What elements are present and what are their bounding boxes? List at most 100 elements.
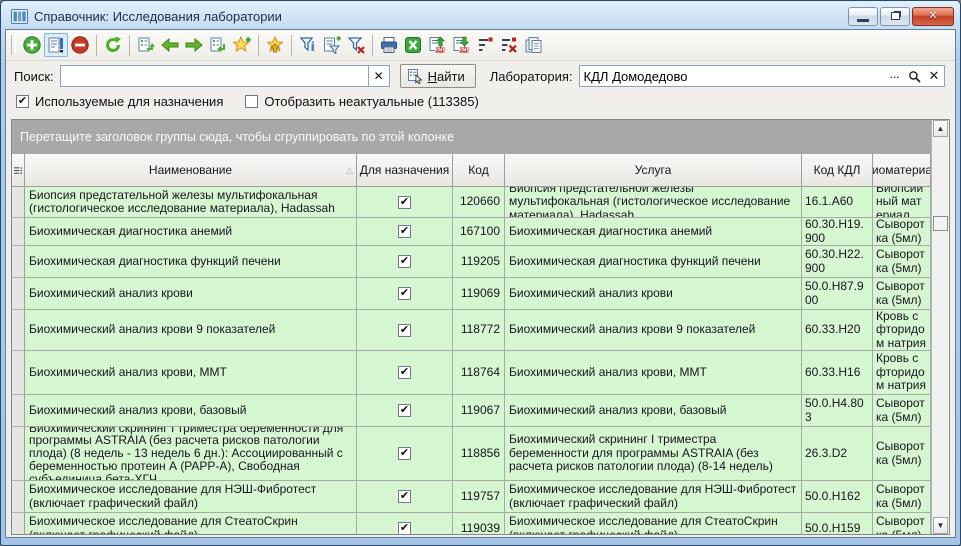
laboratory-clear-button[interactable]: ✕ xyxy=(924,66,944,86)
row-checkbox[interactable]: ✔ xyxy=(398,447,411,460)
cell-service[interactable]: Биохимический анализ крови xyxy=(505,278,802,310)
row-checkbox[interactable]: ✔ xyxy=(398,366,411,379)
row-checkbox[interactable]: ✔ xyxy=(398,225,411,238)
table-row[interactable]: Биохимическое исследование для СтеатоСкр… xyxy=(12,513,931,534)
cell-code[interactable]: 167100 xyxy=(453,218,505,246)
cell-biomaterial[interactable]: Сыворотка (5мл) xyxy=(873,395,931,427)
vertical-scrollbar[interactable]: ▲ ▼ xyxy=(931,120,949,534)
cell-biomaterial[interactable]: Сыворотка (5мл) xyxy=(873,246,931,278)
used-for-assignment-option[interactable]: ✔ Используемые для назначения xyxy=(16,94,223,109)
column-header-kdl-code[interactable]: Код КДЛ xyxy=(802,154,873,187)
cell-biomaterial[interactable]: Кровь с фторидом натрия xyxy=(873,351,931,395)
cell-code[interactable]: 118856 xyxy=(453,427,505,481)
export-xml-button[interactable]: XML xyxy=(425,33,449,57)
card-jump-back-button[interactable] xyxy=(134,33,158,57)
sort-clear-button[interactable] xyxy=(497,33,521,57)
cell-biomaterial[interactable]: Сыворотка (5мл) xyxy=(873,218,931,246)
cell-name[interactable]: Биохимическое исследование для НЭШ-Фибро… xyxy=(25,481,357,513)
ellipsis-button[interactable]: ··· xyxy=(884,66,904,86)
cell-service[interactable]: Биохимический анализ крови 9 показателей xyxy=(505,310,802,351)
row-indicator[interactable] xyxy=(12,427,25,481)
used-for-assignment-checkbox[interactable]: ✔ xyxy=(16,95,29,108)
row-indicator[interactable] xyxy=(12,187,25,218)
cell-name[interactable]: Биохимический анализ крови, базовый xyxy=(25,395,357,427)
row-checkbox[interactable]: ✔ xyxy=(398,522,411,534)
table-row[interactable]: Биохимический анализ крови 9 показателей… xyxy=(12,310,931,351)
search-input[interactable] xyxy=(61,69,368,84)
search-clear-button[interactable]: ✕ xyxy=(368,66,389,86)
cell-assigned[interactable]: ✔ xyxy=(357,395,453,427)
refresh-button[interactable] xyxy=(101,33,125,57)
filter-edit-button[interactable] xyxy=(320,33,344,57)
cell-kdl-code[interactable]: 50.0.H4.803 xyxy=(802,395,873,427)
cell-name[interactable]: Биохимический анализ крови, ММТ xyxy=(25,351,357,395)
cell-kdl-code[interactable]: 60.33.H20 xyxy=(802,310,873,351)
cell-service[interactable]: Биохимический скрининг I триместра берем… xyxy=(505,427,802,481)
close-button[interactable]: ✕ xyxy=(912,7,954,26)
cell-biomaterial[interactable]: Кровь с фторидом натрия xyxy=(873,310,931,351)
cell-service[interactable]: Биохимический анализ крови, базовый xyxy=(505,395,802,427)
cell-name[interactable]: Биохимический анализ крови xyxy=(25,278,357,310)
table-row[interactable]: Биопсия предстательной железы мультифока… xyxy=(12,187,931,218)
cell-code[interactable]: 119067 xyxy=(453,395,505,427)
row-checkbox[interactable]: ✔ xyxy=(398,404,411,417)
table-row[interactable]: Биохимический анализ крови ✔ 119069 Биох… xyxy=(12,278,931,310)
laboratory-input[interactable] xyxy=(580,69,884,84)
favorite-add-button[interactable] xyxy=(230,33,254,57)
cell-kdl-code[interactable]: 16.1.A60 xyxy=(802,187,873,218)
print-button[interactable] xyxy=(377,33,401,57)
row-checkbox[interactable]: ✔ xyxy=(398,324,411,337)
next-button[interactable] xyxy=(182,33,206,57)
cell-assigned[interactable]: ✔ xyxy=(357,218,453,246)
cell-assigned[interactable]: ✔ xyxy=(357,513,453,534)
column-header-assigned[interactable]: Для назначения xyxy=(357,154,453,187)
cell-code[interactable]: 119757 xyxy=(453,481,505,513)
export-excel-button[interactable] xyxy=(401,33,425,57)
cell-kdl-code[interactable]: 60.33.H16 xyxy=(802,351,873,395)
cell-code[interactable]: 119039 xyxy=(453,513,505,534)
row-indicator[interactable] xyxy=(12,513,25,534)
scroll-up-button[interactable]: ▲ xyxy=(933,120,948,137)
row-indicator[interactable] xyxy=(12,481,25,513)
cell-assigned[interactable]: ✔ xyxy=(357,351,453,395)
cell-assigned[interactable]: ✔ xyxy=(357,187,453,218)
cell-code[interactable]: 119069 xyxy=(453,278,505,310)
cell-kdl-code[interactable]: 50.0.H87.900 xyxy=(802,278,873,310)
cell-biomaterial[interactable]: Сыворотка (5мл) xyxy=(873,278,931,310)
cell-service[interactable]: Биохимический анализ крови, ММТ xyxy=(505,351,802,395)
row-indicator[interactable] xyxy=(12,246,25,278)
cell-code[interactable]: 119205 xyxy=(453,246,505,278)
table-row[interactable]: Биохимическая диагностика функций печени… xyxy=(12,246,931,278)
edit-button[interactable] xyxy=(44,33,68,57)
scrollbar-thumb[interactable] xyxy=(933,216,948,231)
row-indicator[interactable] xyxy=(12,278,25,310)
cell-code[interactable]: 118764 xyxy=(453,351,505,395)
cell-code[interactable]: 118772 xyxy=(453,310,505,351)
cell-name[interactable]: Биохимический скрининг I триместра берем… xyxy=(25,427,357,481)
cell-service[interactable]: Биохимическая диагностика функций печени xyxy=(505,246,802,278)
copy-button[interactable] xyxy=(521,33,545,57)
cell-service[interactable]: Биохимическое исследование для НЭШ-Фибро… xyxy=(505,481,802,513)
delete-button[interactable] xyxy=(68,33,92,57)
add-button[interactable] xyxy=(20,33,44,57)
cell-kdl-code[interactable]: 50.0.H159 xyxy=(802,513,873,534)
restore-button[interactable] xyxy=(880,7,910,26)
card-jump-forward-button[interactable] xyxy=(206,33,230,57)
cell-name[interactable]: Биохимический анализ крови 9 показателей xyxy=(25,310,357,351)
row-checkbox[interactable]: ✔ xyxy=(398,255,411,268)
cell-name[interactable]: Биохимическая диагностика функций печени xyxy=(25,246,357,278)
table-row[interactable]: Биохимическое исследование для НЭШ-Фибро… xyxy=(12,481,931,513)
row-indicator[interactable] xyxy=(12,351,25,395)
filter-clear-button[interactable] xyxy=(344,33,368,57)
table-row[interactable]: Биохимический анализ крови, базовый ✔ 11… xyxy=(12,395,931,427)
lookup-button[interactable] xyxy=(904,66,924,86)
row-indicator[interactable] xyxy=(12,218,25,246)
favorites-go-button[interactable] xyxy=(263,33,287,57)
cell-biomaterial[interactable]: Сыворотка (5мл) xyxy=(873,481,931,513)
cell-kdl-code[interactable]: 60.30.H22.900 xyxy=(802,246,873,278)
column-header-name[interactable]: Наименование△ xyxy=(25,154,357,187)
cell-assigned[interactable]: ✔ xyxy=(357,481,453,513)
minimize-button[interactable] xyxy=(848,7,878,26)
table-row[interactable]: Биохимическая диагностика анемий ✔ 16710… xyxy=(12,218,931,246)
cell-code[interactable]: 120660 xyxy=(453,187,505,218)
